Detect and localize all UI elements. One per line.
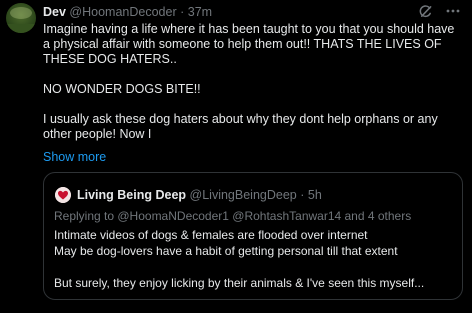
quoted-author-name[interactable]: Living Being Deep: [77, 188, 186, 202]
quoted-line: May be dog-lovers have a habit of gettin…: [54, 244, 398, 258]
tweet-header: Dev @HoomanDecoder · 37m: [43, 4, 212, 20]
avatar-glow: [10, 7, 32, 19]
quoted-avatar[interactable]: [55, 187, 71, 203]
quoted-line: Intimate videos of dogs & females are fl…: [54, 228, 368, 242]
heart-icon: [55, 187, 71, 203]
tweet-paragraph: NO WONDER DOGS BITE!!: [43, 82, 201, 96]
quoted-line: But surely, they enjoy licking by their …: [54, 276, 425, 290]
user-avatar[interactable]: [6, 3, 36, 33]
author-handle[interactable]: @HoomanDecoder: [69, 5, 176, 19]
quoted-text: Intimate videos of dogs & females are fl…: [54, 227, 454, 291]
separator-dot: ·: [300, 188, 305, 202]
more-icon[interactable]: [444, 2, 462, 20]
quoted-header: Living Being Deep @LivingBeingDeep · 5h: [77, 187, 322, 203]
quoted-time[interactable]: 5h: [308, 188, 322, 202]
grok-icon[interactable]: [416, 2, 434, 20]
tweet-time[interactable]: 37m: [188, 5, 212, 19]
quoted-tweet[interactable]: Living Being Deep @LivingBeingDeep · 5h …: [43, 172, 463, 300]
tweet-paragraph: Imagine having a life where it has been …: [43, 22, 455, 66]
avatar-ground: [6, 24, 36, 33]
header-actions: [416, 2, 462, 20]
quoted-author-handle[interactable]: @LivingBeingDeep: [190, 188, 297, 202]
reply-context: Replying to @HoomaNDecoder1 @RohtashTanw…: [54, 209, 412, 223]
author-name[interactable]: Dev: [43, 5, 66, 19]
tweet-card[interactable]: Dev @HoomanDecoder · 37m Imagine having …: [0, 0, 472, 313]
show-more-link[interactable]: Show more: [43, 150, 106, 165]
separator-dot: ·: [180, 5, 185, 19]
tweet-text: Imagine having a life where it has been …: [43, 22, 463, 142]
tweet-paragraph: I usually ask these dog haters about why…: [43, 112, 438, 141]
